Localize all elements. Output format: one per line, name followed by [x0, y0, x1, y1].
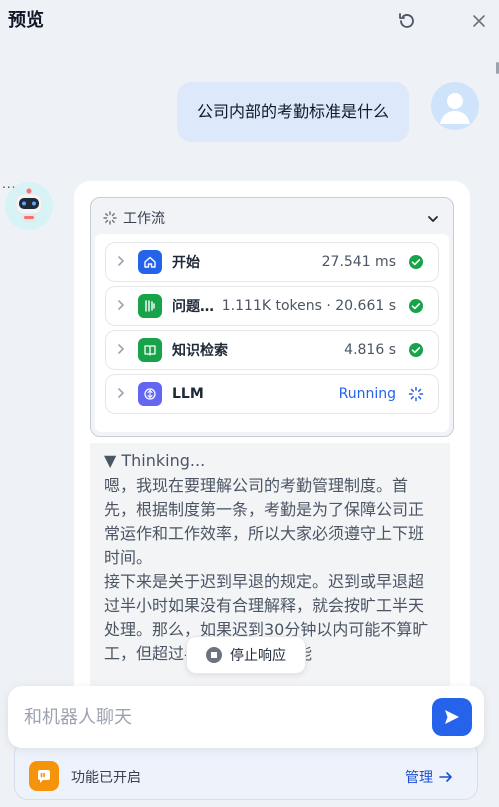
manage-link[interactable]: 管理	[405, 767, 453, 787]
node-name: 知识检索	[172, 343, 228, 359]
thinking-paragraph: 嗯，我现在要理解公司的考勤管理制度。首先，根据制度第一条，考勤是为了保障公司正常…	[104, 476, 425, 567]
node-meta-running: Running	[338, 386, 396, 402]
check-circle-icon	[409, 255, 423, 269]
feature-icon	[29, 761, 59, 791]
workflow-node-classifier[interactable]: 问题分类器 1.111K tokens · 20.661 s	[105, 286, 439, 326]
feature-bar: 功能已开启 管理	[14, 740, 478, 800]
loading-spinner-icon	[408, 386, 424, 402]
preview-header: 预览	[0, 0, 499, 44]
chevron-right-icon	[116, 255, 130, 270]
chevron-right-icon	[116, 299, 130, 314]
llm-icon	[138, 382, 162, 406]
close-button[interactable]	[468, 10, 490, 32]
user-message-bubble: 公司内部的考勤标准是什么	[176, 82, 409, 142]
chevron-right-icon	[116, 343, 130, 358]
feature-status-text: 功能已开启	[71, 770, 141, 786]
check-circle-icon	[409, 299, 423, 313]
node-name: 开始	[172, 255, 200, 271]
user-avatar-icon	[440, 93, 470, 124]
check-circle-icon	[409, 343, 423, 357]
workflow-collapse-button[interactable]	[427, 210, 439, 229]
send-button[interactable]	[432, 698, 472, 736]
stop-response-label: 停止响应	[230, 648, 286, 664]
send-icon	[445, 710, 459, 724]
bot-avatar	[4, 180, 54, 230]
refresh-icon	[399, 13, 414, 28]
manage-label: 管理	[405, 770, 433, 786]
loading-spinner-icon	[103, 211, 117, 225]
close-icon	[473, 15, 485, 27]
home-icon	[138, 250, 162, 274]
chat-input[interactable]	[24, 702, 414, 732]
chat-input-bar	[8, 686, 484, 748]
workflow-label: 工作流	[123, 211, 165, 227]
workflow-node-start[interactable]: 开始 27.541 ms	[105, 242, 439, 282]
user-message: 公司内部的考勤标准是什么	[176, 82, 479, 142]
page-title: 预览	[8, 10, 44, 31]
robot-icon	[5, 182, 53, 230]
chevron-down-icon	[428, 216, 438, 222]
workflow-node-llm[interactable]: LLM Running	[105, 374, 439, 414]
stop-icon	[206, 647, 222, 663]
workflow-node-list: 开始 27.541 ms 问题分类器 1.111K tokens · 20.66…	[95, 234, 449, 432]
node-meta: 27.541 ms	[321, 254, 396, 270]
user-avatar	[431, 82, 479, 130]
workflow-panel: 工作流 开始 27.541 ms 问题分 1.111K tokens · 20.…	[90, 197, 454, 437]
thinking-toggle[interactable]: ▼ Thinking...	[104, 451, 436, 470]
node-name: LLM	[172, 386, 204, 402]
node-meta: 4.816 s	[344, 342, 396, 358]
split-icon	[138, 294, 162, 318]
workflow-node-knowledge[interactable]: 知识检索 4.816 s	[105, 330, 439, 370]
arrow-right-icon	[439, 772, 452, 782]
book-icon	[138, 338, 162, 362]
refresh-button[interactable]	[396, 10, 418, 32]
thinking-block: ▼ Thinking... 嗯，我现在要理解公司的考勤管理制度。首先，根据制度第…	[90, 443, 450, 721]
chevron-right-icon	[116, 387, 130, 402]
node-meta: 1.111K tokens · 20.661 s	[221, 298, 396, 314]
workflow-header[interactable]: 工作流	[103, 208, 165, 228]
stop-response-button[interactable]: 停止响应	[186, 636, 306, 674]
node-name: 问题分类器	[172, 299, 220, 315]
